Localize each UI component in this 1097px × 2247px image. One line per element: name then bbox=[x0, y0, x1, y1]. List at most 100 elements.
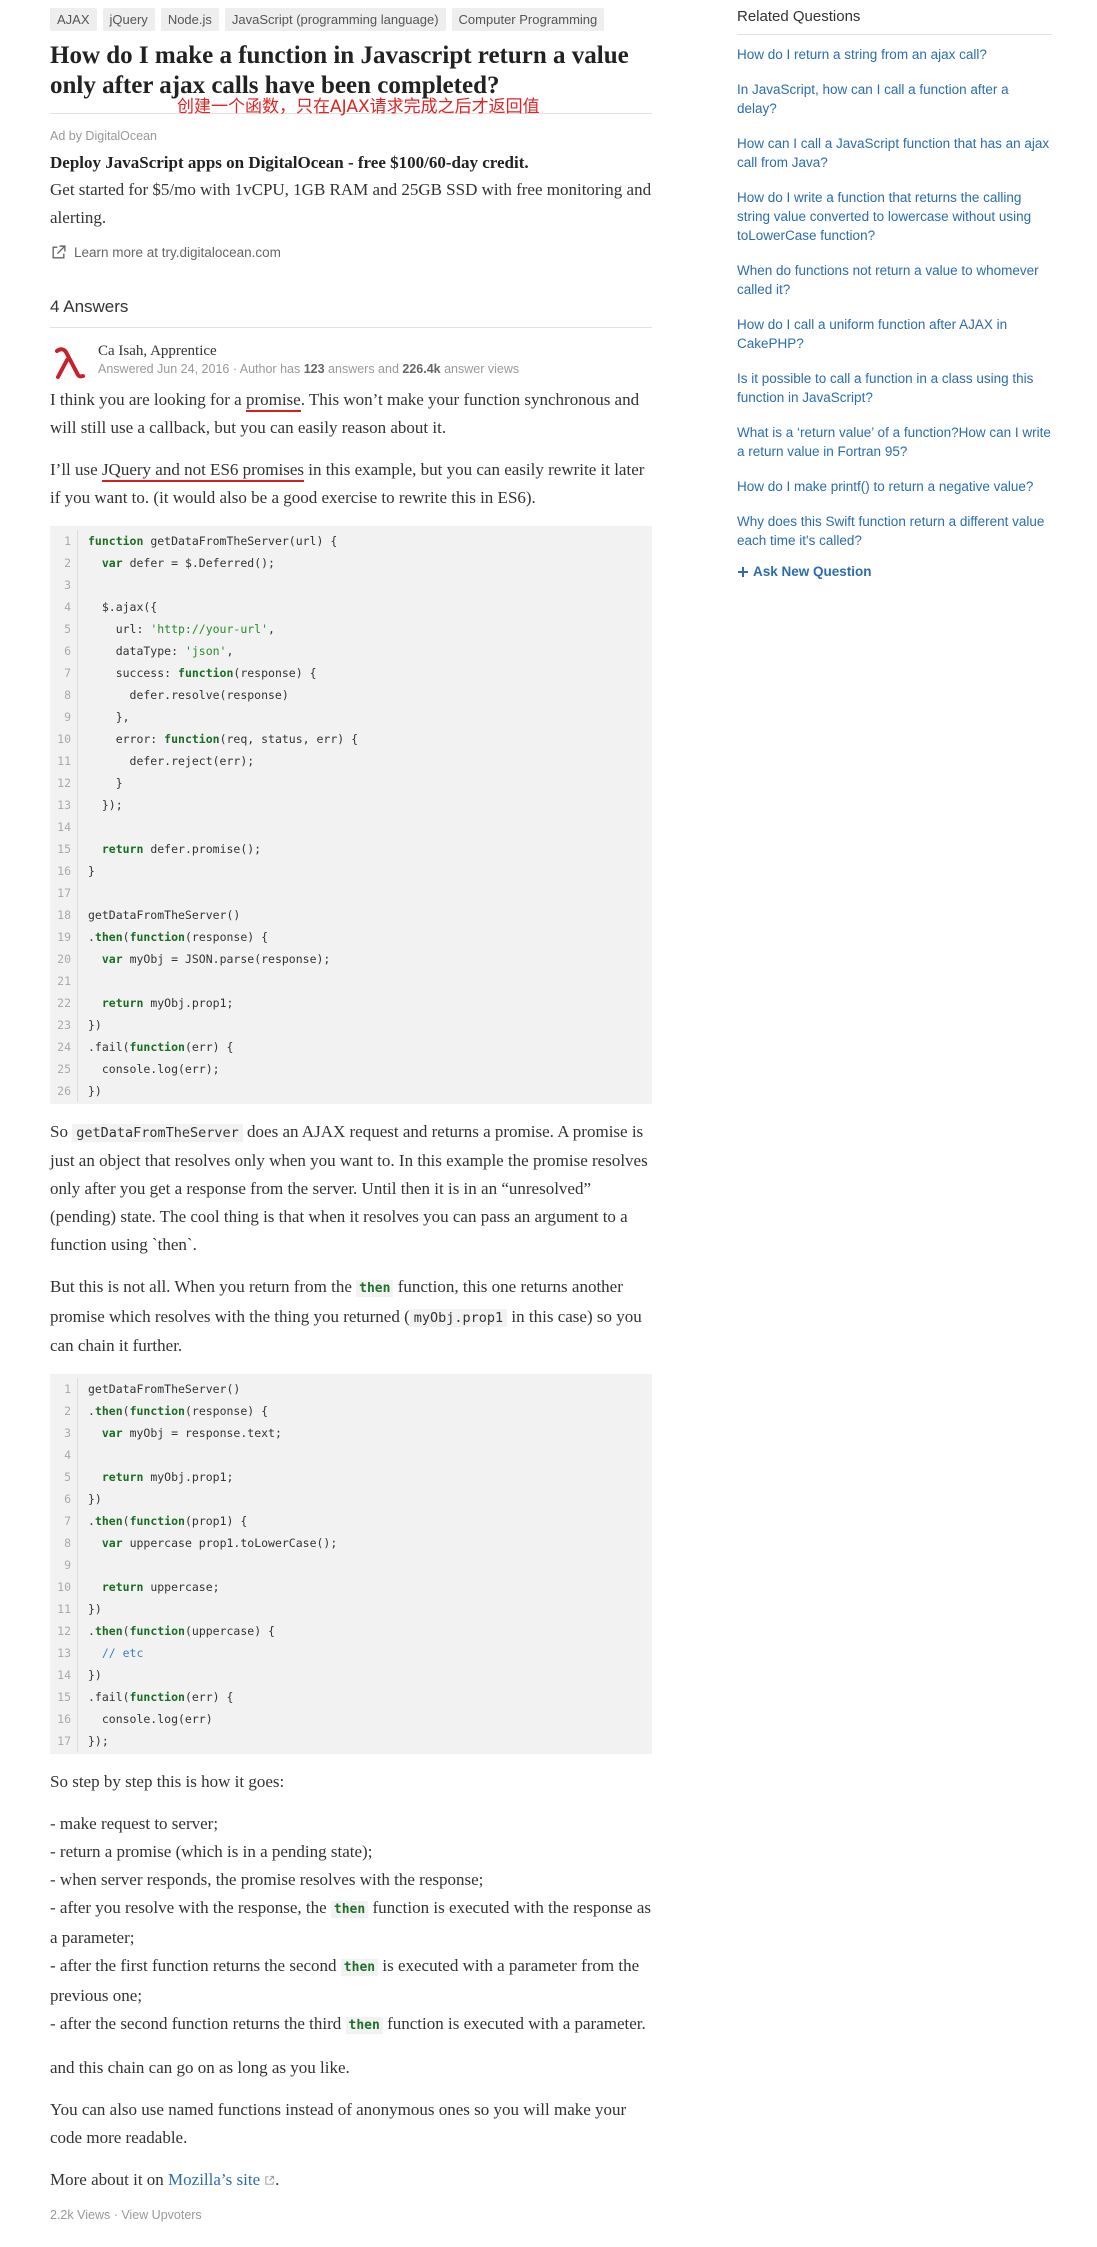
code-line: 9 bbox=[50, 1554, 652, 1576]
code-token: return bbox=[101, 842, 144, 856]
step-item: - after you resolve with the response, t… bbox=[50, 1898, 331, 1917]
code-token: myObj.prop1; bbox=[143, 996, 234, 1010]
code-token: . bbox=[88, 1624, 95, 1638]
author-meta: Answered Jun 24, 2016 · Author has 123 a… bbox=[98, 362, 519, 376]
code-line: 16} bbox=[50, 860, 652, 882]
line-number: 20 bbox=[50, 948, 78, 970]
code-token: ( bbox=[122, 930, 130, 944]
line-number: 6 bbox=[50, 1488, 78, 1510]
line-number: 5 bbox=[50, 618, 78, 640]
topic-tag[interactable]: Node.js bbox=[160, 8, 219, 31]
line-number: 14 bbox=[50, 816, 78, 838]
mozilla-link[interactable]: Mozilla’s site bbox=[168, 2170, 260, 2189]
code-token: .fail( bbox=[88, 1690, 130, 1704]
line-number: 4 bbox=[50, 596, 78, 618]
line-number: 5 bbox=[50, 1466, 78, 1488]
code-token: }) bbox=[88, 1492, 102, 1506]
avatar[interactable] bbox=[50, 342, 90, 382]
related-questions-sidebar: Related Questions How do I return a stri… bbox=[737, 8, 1052, 579]
code-token: (uppercase) { bbox=[184, 1624, 275, 1638]
annotation-note: 创建一个函数，只在AJAX请求完成之后才返回值 bbox=[177, 97, 540, 117]
related-question-link[interactable]: What is a ‘return value’ of a function?H… bbox=[737, 423, 1052, 461]
code-token: uppercase; bbox=[143, 1580, 220, 1594]
author-name[interactable]: Ca Isah, Apprentice bbox=[98, 342, 519, 360]
related-question-link[interactable]: Is it possible to call a function in a c… bbox=[737, 369, 1052, 407]
line-number: 14 bbox=[50, 1664, 78, 1686]
answer-footer[interactable]: 2.2k Views · View Upvoters bbox=[50, 2208, 652, 2222]
code-line: 14}) bbox=[50, 1664, 652, 1686]
code-token: then bbox=[94, 1514, 123, 1528]
answer-paragraph: But this is not all. When you return fro… bbox=[50, 1273, 652, 1360]
ask-new-question-button[interactable]: Ask New Question bbox=[737, 564, 1052, 579]
related-question-link[interactable]: How can I call a JavaScript function tha… bbox=[737, 134, 1052, 172]
code-line: 13 }); bbox=[50, 794, 652, 816]
line-number: 23 bbox=[50, 1014, 78, 1036]
topic-tag[interactable]: Computer Programming bbox=[451, 8, 605, 31]
text: . bbox=[275, 2170, 280, 2189]
topic-tag[interactable]: JavaScript (programming language) bbox=[224, 8, 446, 31]
topic-tag[interactable]: AJAX bbox=[50, 8, 97, 31]
code-token: $.ajax({ bbox=[88, 600, 158, 614]
code-line: 12 } bbox=[50, 772, 652, 794]
code-token: console.log(err); bbox=[88, 1062, 220, 1076]
answer-paragraph: So getDataFromTheServer does an AJAX req… bbox=[50, 1118, 652, 1259]
code-token: // etc bbox=[101, 1646, 144, 1660]
line-number: 9 bbox=[50, 706, 78, 728]
code-line: 10 error: function (req, status, err) { bbox=[50, 728, 652, 750]
related-list: How do I return a string from an ajax ca… bbox=[737, 45, 1052, 550]
line-number: 12 bbox=[50, 772, 78, 794]
ad-link[interactable]: Learn more at try.digitalocean.com bbox=[50, 244, 652, 261]
sidebar-title: Related Questions bbox=[737, 8, 1052, 35]
code-token: .fail( bbox=[88, 1040, 130, 1054]
ad-headline[interactable]: Deploy JavaScript apps on DigitalOcean -… bbox=[50, 152, 652, 174]
code-token: function bbox=[88, 534, 144, 548]
step-item: - make request to server; bbox=[50, 1814, 219, 1833]
line-number: 2 bbox=[50, 552, 78, 574]
related-question-link[interactable]: How do I make printf() to return a negat… bbox=[737, 477, 1052, 496]
topic-tag[interactable]: jQuery bbox=[102, 8, 155, 31]
related-question-link[interactable]: How do I write a function that returns t… bbox=[737, 188, 1052, 245]
line-number: 7 bbox=[50, 662, 78, 684]
line-number: 13 bbox=[50, 794, 78, 816]
code-token: var bbox=[101, 1536, 123, 1550]
code-token: }) bbox=[88, 1084, 102, 1098]
answer-paragraph: More about it on Mozilla’s site. bbox=[50, 2166, 652, 2194]
line-number: 24 bbox=[50, 1036, 78, 1058]
code-token: return bbox=[101, 1470, 144, 1484]
code-token: , bbox=[226, 644, 234, 658]
related-question-link[interactable]: In JavaScript, how can I call a function… bbox=[737, 80, 1052, 118]
code-token: }) bbox=[88, 1602, 102, 1616]
code-token: url: bbox=[88, 622, 151, 636]
step-item: - after the second function returns the … bbox=[50, 2014, 346, 2033]
answer-paragraph: I think you are looking for a promise. T… bbox=[50, 386, 652, 442]
code-token: then bbox=[94, 930, 123, 944]
related-question-link[interactable]: When do functions not return a value to … bbox=[737, 261, 1052, 299]
promise-link[interactable]: promise bbox=[245, 390, 301, 412]
related-question-link[interactable]: Why does this Swift function return a di… bbox=[737, 512, 1052, 550]
code-line: 2 var defer = $.Deferred(); bbox=[50, 552, 652, 574]
code-token: . bbox=[88, 1514, 95, 1528]
code-token: function bbox=[129, 1040, 185, 1054]
code-line: 15 return defer.promise(); bbox=[50, 838, 652, 860]
line-number: 17 bbox=[50, 882, 78, 904]
code-line: 13 // etc bbox=[50, 1642, 652, 1664]
code-token: 'http://your-url' bbox=[150, 622, 269, 636]
code-token: (response) { bbox=[184, 1404, 269, 1418]
related-question-link[interactable]: How do I call a uniform function after A… bbox=[737, 315, 1052, 353]
code-token: dataType: bbox=[88, 644, 185, 658]
code-line: 5 return myObj.prop1; bbox=[50, 1466, 652, 1488]
step-item: - after the first function returns the s… bbox=[50, 1956, 341, 1975]
code-token: } bbox=[88, 864, 95, 878]
line-number: 12 bbox=[50, 1620, 78, 1642]
related-question-link[interactable]: How do I return a string from an ajax ca… bbox=[737, 45, 1052, 64]
code-token: function bbox=[178, 666, 234, 680]
text: More about it on bbox=[50, 2170, 169, 2189]
inline-keyword: then bbox=[356, 1280, 394, 1297]
line-number: 17 bbox=[50, 1730, 78, 1752]
code-token: uppercase prop1.toLowerCase(); bbox=[122, 1536, 338, 1550]
